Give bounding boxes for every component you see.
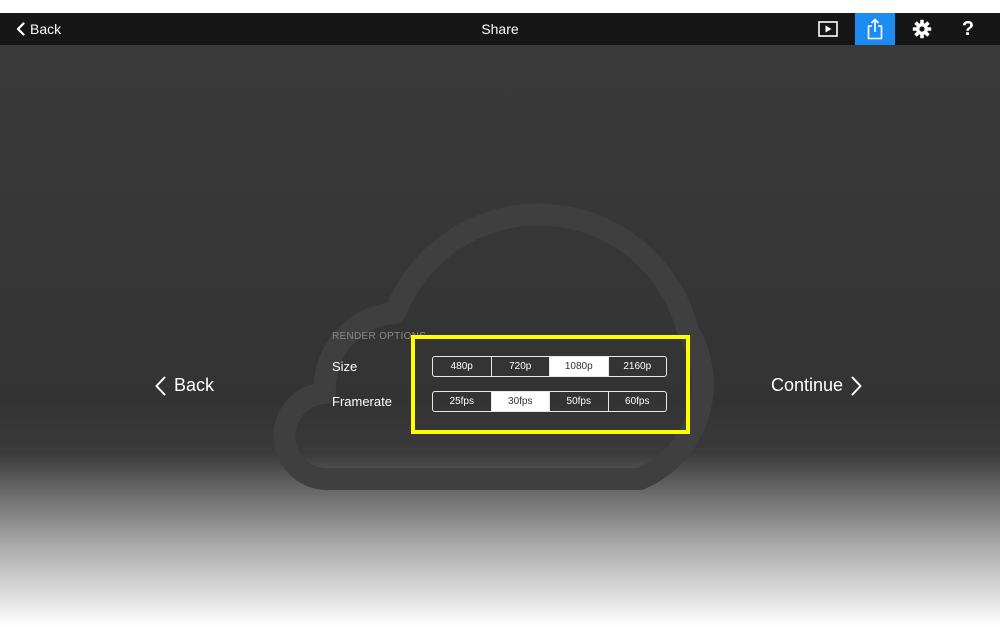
cloud-icon (273, 203, 714, 491)
framerate-segmented-control: 25fps 30fps 50fps 60fps (432, 391, 667, 412)
page-title: Share (481, 21, 519, 37)
chevron-left-icon (155, 376, 166, 395)
gear-icon (912, 19, 932, 39)
share-icon (867, 18, 883, 40)
top-toolbar: Back Share ? (0, 13, 1000, 45)
play-icon (818, 21, 838, 37)
render-options-heading: RENDER OPTIONS (332, 331, 427, 342)
framerate-option-25fps[interactable]: 25fps (433, 392, 491, 411)
back-label: Back (174, 375, 215, 395)
size-option-480p[interactable]: 480p (433, 357, 491, 376)
size-option-2160p[interactable]: 2160p (607, 357, 667, 376)
chevron-right-icon (851, 376, 862, 395)
settings-button[interactable] (902, 13, 942, 45)
size-label: Size (332, 359, 358, 374)
share-screen: Back Share ? Back Continue RENDER OPTION… (0, 13, 1000, 627)
help-icon: ? (961, 17, 975, 40)
framerate-label: Framerate (332, 394, 392, 409)
size-segmented-control: 480p 720p 1080p 2160p (432, 356, 667, 377)
continue-button[interactable]: Continue (771, 375, 862, 396)
size-option-1080p[interactable]: 1080p (549, 357, 608, 376)
framerate-option-50fps[interactable]: 50fps (549, 392, 608, 411)
chevron-left-icon (16, 22, 25, 36)
size-option-720p[interactable]: 720p (490, 357, 550, 376)
continue-label: Continue (771, 375, 844, 395)
toolbar-back-label: Back (30, 21, 62, 37)
framerate-option-30fps[interactable]: 30fps (490, 392, 549, 411)
framerate-option-60fps[interactable]: 60fps (607, 392, 667, 411)
play-button[interactable] (808, 13, 848, 45)
share-button[interactable] (855, 13, 895, 45)
back-button[interactable]: Back (155, 375, 214, 396)
help-button[interactable]: ? (948, 13, 988, 45)
toolbar-back-button[interactable]: Back (16, 13, 61, 45)
